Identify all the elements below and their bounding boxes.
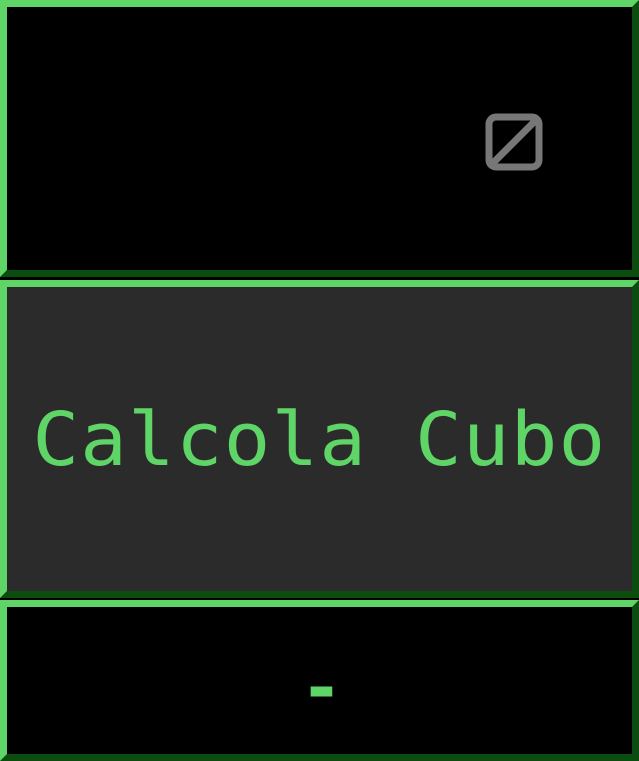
result-value: - [300,647,343,729]
calculate-cube-button[interactable]: Calcola Cubo [0,280,639,598]
calculate-cube-button-label: Calcola Cubo [32,397,607,483]
clear-input-icon[interactable] [485,113,543,171]
result-display: - [0,600,639,761]
number-input-field[interactable] [0,0,639,277]
calculator-app: Calcola Cubo - [0,0,639,761]
